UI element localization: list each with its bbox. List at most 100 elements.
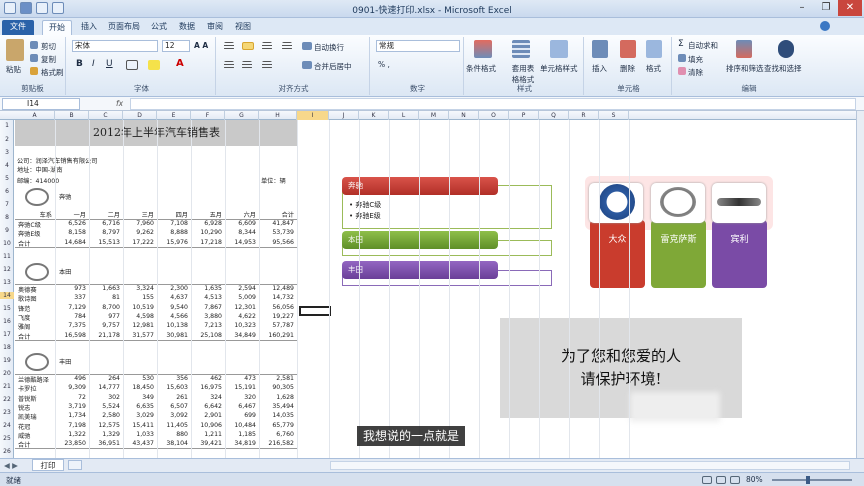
format-painter-icon[interactable] — [30, 67, 38, 75]
new-sheet-icon[interactable] — [68, 460, 82, 470]
conditional-format-icon[interactable] — [474, 40, 492, 58]
row-header[interactable]: 18 — [0, 344, 14, 351]
row-header[interactable]: 24 — [0, 422, 14, 429]
column-header[interactable]: S — [599, 111, 629, 120]
row-header[interactable]: 2 — [0, 136, 14, 143]
sort-filter-button[interactable]: 排序和筛选 — [726, 63, 764, 74]
column-header[interactable]: K — [359, 111, 389, 120]
sheet-tab-print[interactable]: 打印 — [32, 459, 64, 471]
align-center-icon[interactable] — [242, 61, 252, 69]
copy-icon[interactable] — [30, 54, 38, 62]
format-cells-button[interactable]: 格式 — [646, 63, 661, 74]
column-header[interactable]: J — [329, 111, 359, 120]
row-header[interactable]: 6 — [0, 188, 14, 195]
align-bottom-icon[interactable] — [262, 42, 272, 50]
row-header[interactable]: 13 — [0, 279, 14, 286]
row-header[interactable]: 17 — [0, 331, 14, 338]
row-header[interactable]: 15 — [0, 305, 14, 312]
italic-icon[interactable]: I — [92, 59, 95, 69]
find-select-icon[interactable] — [778, 40, 794, 58]
tab-view[interactable]: 视图 — [230, 20, 256, 35]
cell-style-icon[interactable] — [550, 40, 568, 58]
column-header[interactable]: E — [157, 111, 191, 120]
column-header[interactable]: P — [509, 111, 539, 120]
zoom-level[interactable]: 80% — [746, 475, 763, 484]
restore-button[interactable]: ❐ — [814, 0, 838, 16]
format-cells-icon[interactable] — [646, 40, 662, 58]
column-header[interactable]: F — [191, 111, 225, 120]
delete-cells-button[interactable]: 删除 — [620, 63, 635, 74]
font-color-icon[interactable]: A — [176, 58, 184, 69]
tab-file[interactable]: 文件 — [2, 20, 34, 35]
find-select-button[interactable]: 查找和选择 — [764, 63, 802, 74]
row-header[interactable]: 9 — [0, 227, 14, 234]
name-box[interactable]: I14 — [2, 98, 80, 110]
page-layout-view-icon[interactable] — [716, 476, 726, 484]
fill-color-icon[interactable] — [148, 60, 160, 70]
format-painter-button[interactable]: 格式刷 — [41, 67, 64, 78]
page-break-view-icon[interactable] — [730, 476, 740, 484]
smartart-header-honda[interactable]: 本田 — [342, 231, 498, 249]
tab-page-layout[interactable]: 页面布局 — [104, 20, 144, 35]
conditional-format-button[interactable]: 条件格式 — [466, 63, 496, 74]
paste-button[interactable]: 粘贴 — [6, 64, 21, 75]
column-header[interactable]: L — [389, 111, 419, 120]
vertical-scrollbar[interactable] — [856, 111, 864, 458]
row-header[interactable]: 3 — [0, 149, 14, 156]
orientation-icon[interactable] — [282, 42, 292, 50]
help-icon[interactable] — [820, 21, 830, 31]
column-header[interactable]: O — [479, 111, 509, 120]
row-header[interactable]: 11 — [0, 253, 14, 260]
row-header[interactable]: 10 — [0, 240, 14, 247]
format-table-button[interactable]: 套用表格格式 — [510, 63, 536, 85]
align-left-icon[interactable] — [224, 61, 234, 69]
tab-data[interactable]: 数据 — [174, 20, 200, 35]
column-header[interactable]: D — [123, 111, 157, 120]
minimize-button[interactable]: – — [790, 0, 814, 16]
row-header[interactable]: 8 — [0, 214, 14, 221]
row-header[interactable]: 1 — [0, 122, 14, 129]
row-header[interactable]: 25 — [0, 435, 14, 442]
currency-icon[interactable]: % , — [378, 60, 390, 69]
column-header[interactable]: H — [259, 111, 297, 120]
zoom-slider[interactable] — [772, 479, 852, 481]
insert-cells-button[interactable]: 插入 — [592, 63, 607, 74]
paste-icon[interactable] — [6, 39, 24, 61]
row-header[interactable]: 19 — [0, 357, 14, 364]
formula-input[interactable] — [130, 98, 856, 110]
align-top-icon[interactable] — [224, 42, 234, 50]
tab-home[interactable]: 开始 — [42, 20, 72, 35]
merge-center-icon[interactable] — [302, 61, 312, 69]
merge-center-button[interactable]: 合并后居中 — [314, 61, 352, 72]
row-header[interactable]: 12 — [0, 266, 14, 273]
row-header[interactable]: 26 — [0, 448, 14, 455]
tab-insert[interactable]: 插入 — [76, 20, 102, 35]
font-size-select[interactable]: 12 — [162, 40, 190, 52]
format-table-icon[interactable] — [512, 40, 530, 58]
horizontal-scrollbar[interactable] — [330, 461, 850, 470]
align-right-icon[interactable] — [262, 61, 272, 69]
close-button[interactable]: ✕ — [838, 0, 862, 16]
worksheet[interactable]: 2012年上半年汽车销售表 公司：润泽汽车销售有限公司 地址：中国-湖南 邮编：… — [15, 120, 856, 458]
font-name-select[interactable]: 宋体 — [72, 40, 158, 52]
number-format-select[interactable]: 常规 — [376, 40, 460, 52]
clear-icon[interactable] — [678, 67, 686, 75]
tab-review[interactable]: 审阅 — [202, 20, 228, 35]
delete-cells-icon[interactable] — [620, 40, 636, 58]
border-icon[interactable] — [126, 60, 138, 70]
fx-icon[interactable]: fx — [116, 99, 123, 108]
column-header[interactable]: C — [89, 111, 123, 120]
sheet-nav-icon[interactable]: ◀ ▶ — [4, 461, 18, 470]
copy-button[interactable]: 复制 — [41, 54, 56, 65]
normal-view-icon[interactable] — [702, 476, 712, 484]
row-header[interactable]: 21 — [0, 383, 14, 390]
row-header[interactable]: 14 — [0, 292, 14, 299]
wrap-text-button[interactable]: 自动换行 — [314, 42, 344, 53]
selected-cell[interactable] — [299, 306, 331, 316]
autosum-icon[interactable]: Σ — [678, 39, 684, 49]
cell-style-button[interactable]: 单元格样式 — [540, 63, 578, 74]
zoom-slider-thumb[interactable] — [806, 476, 810, 484]
row-header[interactable]: 22 — [0, 396, 14, 403]
autosum-button[interactable]: 自动求和 — [688, 40, 718, 51]
smartart-header-benz[interactable]: 奔驰 — [342, 177, 498, 195]
